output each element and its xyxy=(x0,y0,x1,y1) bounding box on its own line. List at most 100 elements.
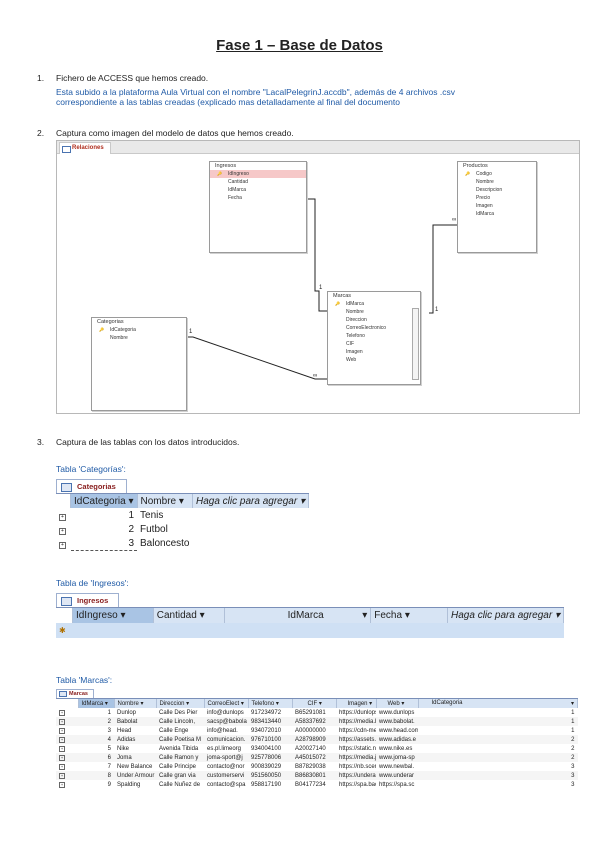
cell[interactable]: 3 xyxy=(78,726,114,735)
cell[interactable]: www.newbal. xyxy=(376,762,418,771)
cell[interactable]: A20027140 xyxy=(292,744,336,753)
new-record-row[interactable]: ✱ xyxy=(56,623,564,638)
cell[interactable]: 2 xyxy=(418,744,578,753)
cell[interactable] xyxy=(193,536,309,551)
cell[interactable]: 1 xyxy=(418,708,578,717)
cell[interactable]: https://cdn-medi xyxy=(336,726,376,735)
expand-icon[interactable]: + xyxy=(56,708,78,717)
cell[interactable] xyxy=(371,623,448,638)
table-row[interactable]: + 2 Futbol xyxy=(56,522,308,536)
cell[interactable]: https://spa.back xyxy=(336,780,376,789)
cell[interactable] xyxy=(193,522,309,536)
cell[interactable]: https://media.b xyxy=(336,717,376,726)
cell[interactable] xyxy=(153,623,224,638)
cell[interactable]: 934004100 xyxy=(248,744,292,753)
cell[interactable]: 917234972 xyxy=(248,708,292,717)
cell[interactable]: customerservi xyxy=(204,771,248,780)
cell[interactable]: Calle Des Pier xyxy=(156,708,204,717)
column-header-nombre[interactable]: Nombre ▾ xyxy=(114,699,157,708)
cell[interactable]: 3 xyxy=(70,536,138,551)
cell[interactable]: 983413440 xyxy=(248,717,292,726)
cell[interactable]: Calle gran via xyxy=(156,771,204,780)
cell[interactable]: https://static.ni xyxy=(336,744,376,753)
cell[interactable] xyxy=(72,623,153,638)
cell[interactable]: B65291081 xyxy=(292,708,336,717)
cell[interactable]: contacto@spa xyxy=(204,780,248,789)
column-header-cantidad[interactable]: Cantidad ▾ xyxy=(153,608,225,623)
cell[interactable]: www.head.com xyxy=(376,726,418,735)
cell[interactable]: www.joma-sp xyxy=(376,753,418,762)
cell[interactable]: https://dunlops xyxy=(336,708,376,717)
cell[interactable]: https://nb.scen xyxy=(336,762,376,771)
cell[interactable]: info@head. xyxy=(204,726,248,735)
cell[interactable]: Joma xyxy=(114,753,156,762)
cell[interactable]: https://assets.a xyxy=(336,735,376,744)
cell[interactable]: Tenis xyxy=(137,508,192,522)
cell[interactable]: contacto@nor xyxy=(204,762,248,771)
cell[interactable]: 9 xyxy=(78,780,114,789)
table-row[interactable]: +3 Head Calle Enge info@head. 934072010 A0000… xyxy=(56,726,578,735)
table-row[interactable]: +4 Adidas Calle Poetisa Mcomunicacion. 9767… xyxy=(56,735,578,744)
table-row[interactable]: +8 Under Armour Calle gran via customerserv… xyxy=(56,771,578,780)
column-header-idingreso[interactable]: IdIngreso ▾ xyxy=(72,608,154,623)
column-header-telefono[interactable]: Telefono ▾ xyxy=(248,699,293,708)
cell[interactable]: Adidas xyxy=(114,735,156,744)
table-row[interactable]: +2 Babolat Calle Lincoln, sacsp@babola 98341… xyxy=(56,717,578,726)
table-row[interactable]: +1 Dunlop Calle Des Pier info@dunlops 917234… xyxy=(56,708,578,717)
cell[interactable]: Calle Principe xyxy=(156,762,204,771)
cell[interactable]: 2 xyxy=(78,717,114,726)
cell[interactable]: Calle Lincoln, xyxy=(156,717,204,726)
table-ingresos[interactable]: Ingresos IdIngreso Cantidad IdMarca Fech… xyxy=(209,161,307,253)
cell[interactable]: 3 xyxy=(418,771,578,780)
cell[interactable]: B04177234 xyxy=(292,780,336,789)
cell[interactable]: www.underar xyxy=(376,771,418,780)
table-categorias[interactable]: Categorias IdCategoria Nombre xyxy=(91,317,187,411)
cell[interactable]: 1 xyxy=(418,726,578,735)
column-header-idcategoria[interactable]: IdCategoria ▾ xyxy=(418,699,578,708)
cell[interactable]: es.pl.limeorg xyxy=(204,744,248,753)
cell[interactable]: joma-sport@j xyxy=(204,753,248,762)
expand-icon[interactable]: + xyxy=(56,717,78,726)
cell[interactable]: 6 xyxy=(78,753,114,762)
table-row[interactable]: + 1 Tenis xyxy=(56,508,308,522)
cell[interactable]: comunicacion. xyxy=(204,735,248,744)
table-marcas[interactable]: Marcas IdMarca Nombre Direccion CorreoEl… xyxy=(327,291,421,385)
cell[interactable]: 7 xyxy=(78,762,114,771)
row-selector-header[interactable] xyxy=(56,608,73,623)
expand-icon[interactable]: + xyxy=(56,771,78,780)
cell[interactable]: 1 xyxy=(78,708,114,717)
table-row[interactable]: +9 Spalding Calle Nuñez de contacto@spa 9588… xyxy=(56,780,578,789)
cell[interactable]: 1 xyxy=(418,717,578,726)
cell[interactable]: 1 xyxy=(71,508,138,522)
cell[interactable]: 3 xyxy=(418,762,578,771)
cell[interactable]: Babolat xyxy=(114,717,156,726)
column-header-cif[interactable]: CIF ▾ xyxy=(292,699,337,708)
cell[interactable]: 925778006 xyxy=(248,753,292,762)
cell[interactable]: 951560050 xyxy=(248,771,292,780)
table-row[interactable]: + 3 Baloncesto xyxy=(56,536,308,551)
cell[interactable]: Spalding xyxy=(114,780,156,789)
cell[interactable]: Head xyxy=(114,726,156,735)
cell[interactable]: Calle Poetisa M xyxy=(156,735,204,744)
column-header-direccion[interactable]: Direccion ▾ xyxy=(156,699,205,708)
expand-icon[interactable]: + xyxy=(56,726,78,735)
cell[interactable]: sacsp@babola xyxy=(204,717,248,726)
tab-ingresos[interactable]: Ingresos xyxy=(56,593,120,607)
cell[interactable]: Calle Ramon y xyxy=(156,753,204,762)
cell[interactable]: info@dunlops xyxy=(204,708,248,717)
cell[interactable]: www.nike.es xyxy=(376,744,418,753)
cell[interactable] xyxy=(224,623,371,638)
tab-marcas[interactable]: Marcas xyxy=(56,689,94,698)
cell[interactable]: Calle Enge xyxy=(156,726,204,735)
table-row[interactable]: +6 Joma Calle Ramon y joma-sport@j 925778006… xyxy=(56,753,578,762)
cell[interactable]: Baloncesto xyxy=(137,536,192,551)
cell[interactable]: www.adidas.e xyxy=(376,735,418,744)
cell[interactable]: Dunlop xyxy=(114,708,156,717)
expand-icon[interactable]: + xyxy=(56,508,71,522)
cell[interactable]: A28798909 xyxy=(292,735,336,744)
column-header-idcategoria[interactable]: IdCategoria ▾ xyxy=(70,494,138,508)
cell[interactable]: 3 xyxy=(418,780,578,789)
cell[interactable]: www.dunlops xyxy=(376,708,418,717)
cell[interactable]: 5 xyxy=(78,744,114,753)
cell[interactable]: www.babolat. xyxy=(376,717,418,726)
